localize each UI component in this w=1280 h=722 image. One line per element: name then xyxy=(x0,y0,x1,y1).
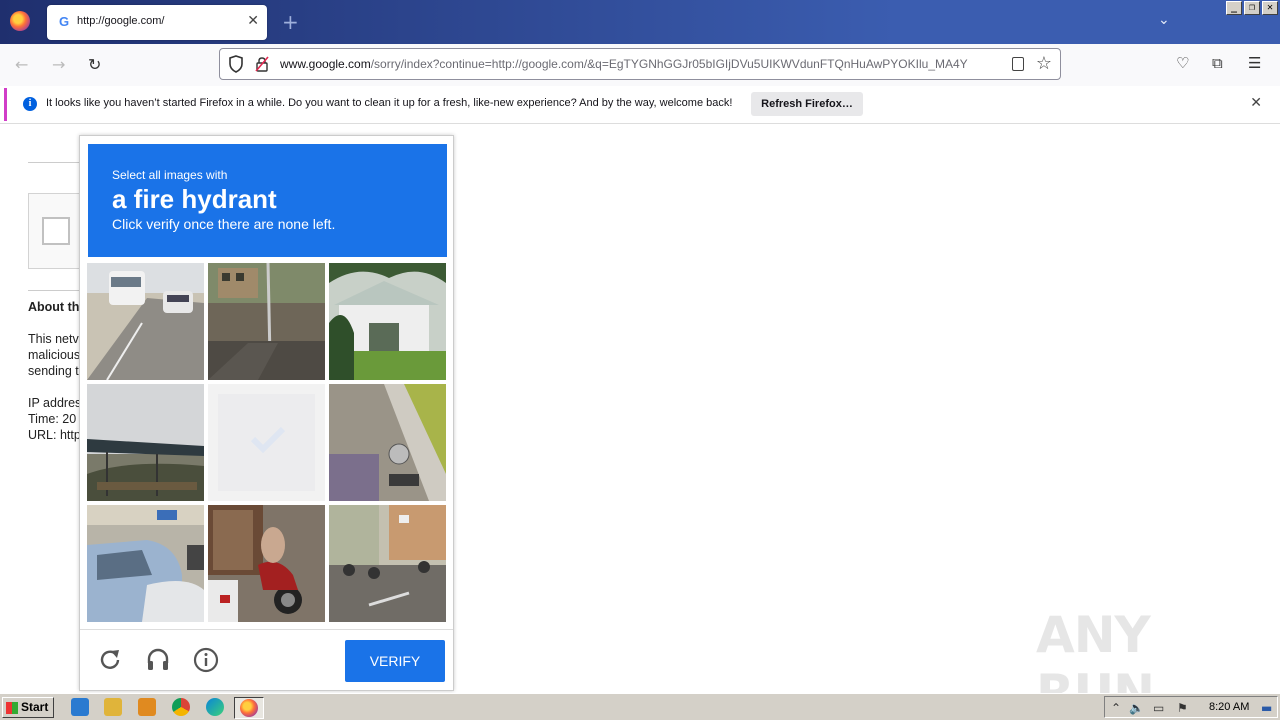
start-button[interactable]: Start xyxy=(2,697,54,718)
body-line: malicious xyxy=(28,348,81,362)
reload-challenge-icon[interactable] xyxy=(97,647,123,673)
refresh-firefox-button[interactable]: Refresh Firefox… xyxy=(751,92,863,116)
url-text[interactable]: www.google.com/sorry/index?continue=http… xyxy=(280,57,1010,71)
url-line: URL: http xyxy=(28,428,81,442)
start-label: Start xyxy=(21,700,49,714)
notification-message: It looks like you haven’t started Firefo… xyxy=(46,97,733,109)
divider xyxy=(0,123,1280,124)
audio-challenge-icon[interactable] xyxy=(145,647,171,673)
network-icon[interactable]: ▭ xyxy=(1153,701,1164,715)
tile-street-scene[interactable] xyxy=(329,505,446,622)
target-object: a fire hydrant xyxy=(112,184,277,214)
reader-view-icon[interactable] xyxy=(1012,57,1024,71)
tile-cars[interactable] xyxy=(87,505,204,622)
help-info-icon[interactable] xyxy=(193,647,219,673)
restore-icon[interactable]: ❐ xyxy=(1244,1,1260,15)
tile-bus-road[interactable] xyxy=(87,263,204,380)
minimize-icon[interactable]: _ xyxy=(1226,1,1242,15)
list-tabs-chevron-icon[interactable]: ⌄ xyxy=(1158,12,1170,28)
tile-shelter[interactable] xyxy=(87,384,204,501)
instruction-sub: Click verify once there are none left. xyxy=(112,216,336,232)
bookmark-star-icon[interactable]: ☆ xyxy=(1036,53,1052,74)
tab-bar: G http://google.com/ ✕ + ⌄ _ ❐ ✕ xyxy=(0,0,1280,44)
media-player-icon[interactable] xyxy=(138,698,156,716)
ie-icon[interactable] xyxy=(71,698,89,716)
firefox-logo-icon[interactable] xyxy=(10,11,30,31)
recaptcha-challenge: Select all images with a fire hydrant Cl… xyxy=(79,135,454,691)
ip-address-line: IP addres xyxy=(28,396,82,410)
close-notification-icon[interactable]: ✕ xyxy=(1250,95,1262,111)
forward-arrow-icon[interactable]: → xyxy=(52,55,65,74)
back-arrow-icon[interactable]: ← xyxy=(15,55,28,74)
new-tab-icon[interactable]: + xyxy=(282,10,299,34)
show-desktop-icon[interactable]: ▬ xyxy=(1261,701,1272,715)
refresh-firefox-notification: i It looks like you haven’t started Fire… xyxy=(4,88,1276,121)
tile-motorbike[interactable] xyxy=(208,505,325,622)
system-tray: ⌃ 🔈 ▭ ⚑ 8:20 AM ▬ xyxy=(1104,696,1278,718)
volume-icon[interactable]: 🔈 xyxy=(1129,701,1144,715)
firefox-icon xyxy=(240,699,258,717)
challenge-footer: VERIFY xyxy=(80,629,453,690)
navigation-bar: ← → ↻ www.google.com/sorry/index?continu… xyxy=(0,44,1280,86)
about-heading: About th xyxy=(28,300,80,314)
tab-google[interactable]: G http://google.com/ ✕ xyxy=(47,5,267,40)
url-bar[interactable]: www.google.com/sorry/index?continue=http… xyxy=(219,48,1061,80)
window-controls: _ ❐ ✕ xyxy=(1226,1,1278,15)
chrome-icon[interactable] xyxy=(172,698,190,716)
tile-street-pole[interactable] xyxy=(208,263,325,380)
tile-sidewalk[interactable] xyxy=(329,384,446,501)
menu-hamburger-icon[interactable]: ☰ xyxy=(1248,54,1261,72)
insecure-lock-icon[interactable] xyxy=(255,56,269,72)
show-hidden-icons-icon[interactable]: ⌃ xyxy=(1111,701,1121,715)
taskbar: Start ⌃ 🔈 ▭ ⚑ 8:20 AM ▬ xyxy=(0,693,1280,720)
verify-button[interactable]: VERIFY xyxy=(345,640,445,682)
tile-house-trees[interactable] xyxy=(329,263,446,380)
extensions-icon[interactable]: ⧉ xyxy=(1212,54,1223,72)
tile-faded[interactable] xyxy=(208,384,325,501)
time-line: Time: 20 xyxy=(28,412,77,426)
google-favicon-icon: G xyxy=(58,14,70,29)
challenge-header: Select all images with a fire hydrant Cl… xyxy=(88,144,447,257)
body-line: sending t xyxy=(28,364,79,378)
reload-icon[interactable]: ↻ xyxy=(88,55,101,74)
windows-flag-icon xyxy=(6,702,18,714)
body-line: This netv xyxy=(28,332,79,346)
firefox-taskbar-button[interactable] xyxy=(234,697,264,719)
close-window-icon[interactable]: ✕ xyxy=(1262,1,1278,15)
close-tab-icon[interactable]: ✕ xyxy=(247,13,259,29)
tracking-shield-icon[interactable] xyxy=(228,55,244,73)
explorer-folder-icon[interactable] xyxy=(104,698,122,716)
clock[interactable]: 8:20 AM xyxy=(1209,701,1249,713)
tab-title: http://google.com/ xyxy=(77,15,165,27)
action-center-flag-icon[interactable]: ⚑ xyxy=(1177,701,1188,715)
info-icon: i xyxy=(23,97,37,111)
recaptcha-checkbox[interactable] xyxy=(42,217,70,245)
pocket-icon[interactable]: ♡ xyxy=(1176,54,1189,72)
instruction-small: Select all images with xyxy=(112,168,228,182)
edge-icon[interactable] xyxy=(206,698,224,716)
